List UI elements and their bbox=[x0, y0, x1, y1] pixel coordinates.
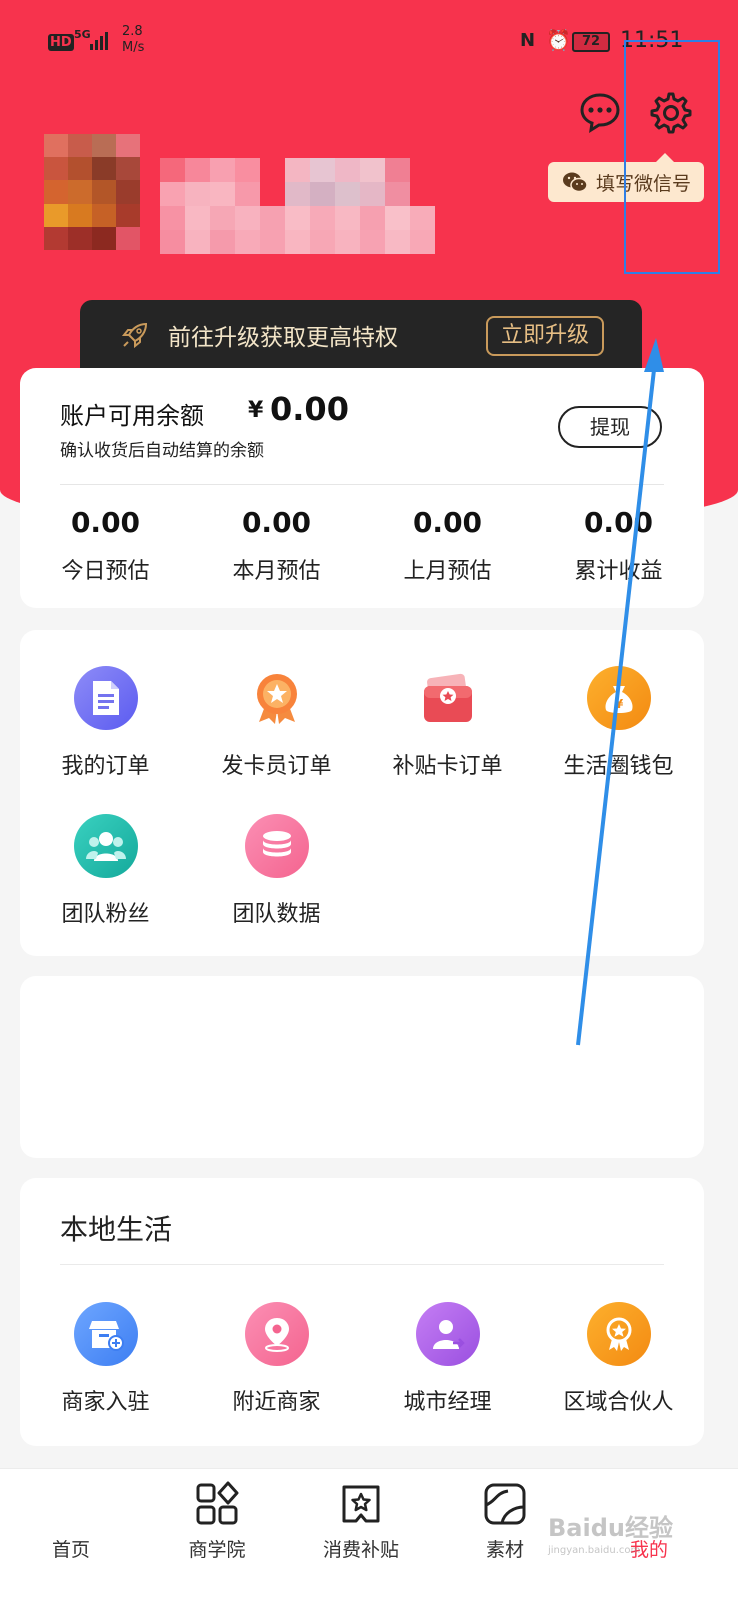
stat-last-month[interactable]: 0.00 上月预估 bbox=[362, 506, 533, 585]
badge-icon bbox=[244, 666, 309, 730]
tab-material[interactable]: 素材 bbox=[450, 1469, 560, 1600]
watermark-url: jingyan.baidu.com bbox=[548, 1545, 641, 1556]
upgrade-button[interactable]: 立即升级 bbox=[486, 316, 604, 356]
stat-value: 0.00 bbox=[70, 506, 141, 539]
team-icon bbox=[73, 814, 138, 878]
document-icon bbox=[73, 666, 138, 730]
tab-home[interactable]: 首页 bbox=[16, 1469, 126, 1600]
earnings-stats: 0.00 今日预估 0.00 本月预估 0.00 上月预估 0.00 累计收益 bbox=[20, 506, 704, 585]
medal-icon bbox=[586, 1302, 651, 1366]
team-data-item[interactable]: 团队数据 bbox=[191, 814, 362, 928]
svg-text:¥: ¥ bbox=[614, 697, 623, 711]
stat-today[interactable]: 0.00 今日预估 bbox=[20, 506, 191, 585]
chat-bubble-icon[interactable] bbox=[578, 90, 622, 134]
alarm-icon: ⏰ bbox=[546, 28, 571, 52]
star-book-icon bbox=[342, 1485, 380, 1523]
annotation-highlight-box bbox=[624, 40, 720, 274]
stat-value: 0.00 bbox=[583, 506, 654, 539]
team-fans-item[interactable]: 团队粉丝 bbox=[20, 814, 191, 928]
wallet-card-icon bbox=[415, 666, 480, 730]
divider bbox=[60, 484, 664, 485]
tab-subsidy[interactable]: 消费补贴 bbox=[306, 1469, 416, 1600]
card-issuer-orders-item[interactable]: 发卡员订单 bbox=[191, 666, 362, 780]
stat-total[interactable]: 0.00 累计收益 bbox=[533, 506, 704, 585]
stat-value: 0.00 bbox=[412, 506, 483, 539]
hd-indicator: HD bbox=[48, 34, 74, 51]
grid-label: 发卡员订单 bbox=[221, 754, 332, 779]
grid-label: 团队粉丝 bbox=[61, 902, 150, 927]
regional-partner-item[interactable]: 区域合伙人 bbox=[533, 1302, 704, 1416]
divider bbox=[60, 1264, 664, 1265]
section-title: 本地生活 bbox=[60, 1213, 173, 1246]
tab-label: 消费补贴 bbox=[322, 1539, 399, 1561]
upgrade-banner[interactable]: 前往升级获取更高特权 立即升级 bbox=[80, 300, 642, 370]
nfc-icon: N bbox=[520, 30, 536, 51]
merchant-join-item[interactable]: 商家入驻 bbox=[20, 1302, 191, 1416]
balance-label: 账户可用余额 bbox=[60, 402, 204, 430]
grid-label: 生活圈钱包 bbox=[563, 754, 674, 779]
grid-label: 城市经理 bbox=[403, 1390, 492, 1415]
network-type: 5G bbox=[74, 28, 91, 41]
tab-label: 商学院 bbox=[188, 1539, 246, 1561]
subsidy-card-orders-item[interactable]: 补贴卡订单 bbox=[362, 666, 533, 780]
database-icon bbox=[244, 814, 309, 878]
life-wallet-item[interactable]: ¥ 生活圈钱包 bbox=[533, 666, 704, 780]
nearby-merchants-item[interactable]: 附近商家 bbox=[191, 1302, 362, 1416]
my-orders-item[interactable]: 我的订单 bbox=[20, 666, 191, 780]
speed-unit: M/s bbox=[122, 40, 145, 55]
network-speed: 2.8 M/s bbox=[122, 24, 144, 56]
rocket-icon bbox=[121, 322, 148, 349]
balance-subtitle: 确认收货后自动结算的余额 bbox=[60, 441, 264, 461]
grid-label: 我的订单 bbox=[61, 754, 150, 779]
tab-label: 素材 bbox=[485, 1539, 524, 1561]
banner-placeholder bbox=[20, 976, 704, 1158]
stat-label: 累计收益 bbox=[574, 559, 663, 584]
stat-label: 上月预估 bbox=[403, 559, 492, 584]
upgrade-text: 前往升级获取更高特权 bbox=[168, 325, 398, 351]
battery-level: 72 bbox=[572, 32, 610, 52]
grid-label: 补贴卡订单 bbox=[392, 754, 503, 779]
money-bag-icon: ¥ bbox=[586, 666, 651, 730]
manager-icon bbox=[415, 1302, 480, 1366]
stat-value: 0.00 bbox=[241, 506, 312, 539]
grid-label: 团队数据 bbox=[232, 902, 321, 927]
location-pin-icon bbox=[244, 1302, 309, 1366]
currency-symbol: ¥ bbox=[248, 398, 264, 423]
speed-value: 2.8 bbox=[122, 24, 143, 39]
username bbox=[160, 158, 460, 254]
watermark: Baidu经验 jingyan.baidu.com bbox=[548, 1508, 698, 1568]
tab-academy[interactable]: 商学院 bbox=[162, 1469, 272, 1600]
material-icon bbox=[484, 1483, 526, 1525]
avatar[interactable] bbox=[44, 134, 140, 250]
features-card: 我的订单 发卡员订单 补贴卡订单 ¥ 生活圈钱包 团队粉丝 团队数据 bbox=[20, 630, 704, 956]
signal-icon bbox=[90, 30, 110, 50]
watermark-brand: Baidu经验 bbox=[548, 1514, 673, 1542]
store-add-icon bbox=[73, 1302, 138, 1366]
stat-label: 本月预估 bbox=[232, 559, 321, 584]
grid-label: 附近商家 bbox=[232, 1390, 321, 1415]
grid-label: 商家入驻 bbox=[61, 1390, 150, 1415]
balance-card: 账户可用余额 ¥ 0.00 确认收货后自动结算的余额 提现 0.00 今日预估 … bbox=[20, 368, 704, 608]
city-manager-item[interactable]: 城市经理 bbox=[362, 1302, 533, 1416]
local-life-card: 本地生活 商家入驻 附近商家 城市经理 区域合伙人 bbox=[20, 1178, 704, 1446]
apps-icon bbox=[196, 1481, 239, 1525]
wechat-icon bbox=[563, 172, 588, 193]
grid-label: 区域合伙人 bbox=[563, 1390, 674, 1415]
balance-value: 0.00 bbox=[270, 390, 349, 428]
stat-label: 今日预估 bbox=[61, 559, 150, 584]
tab-label: 首页 bbox=[51, 1539, 90, 1561]
withdraw-button[interactable]: 提现 bbox=[558, 406, 662, 448]
stat-this-month[interactable]: 0.00 本月预估 bbox=[191, 506, 362, 585]
